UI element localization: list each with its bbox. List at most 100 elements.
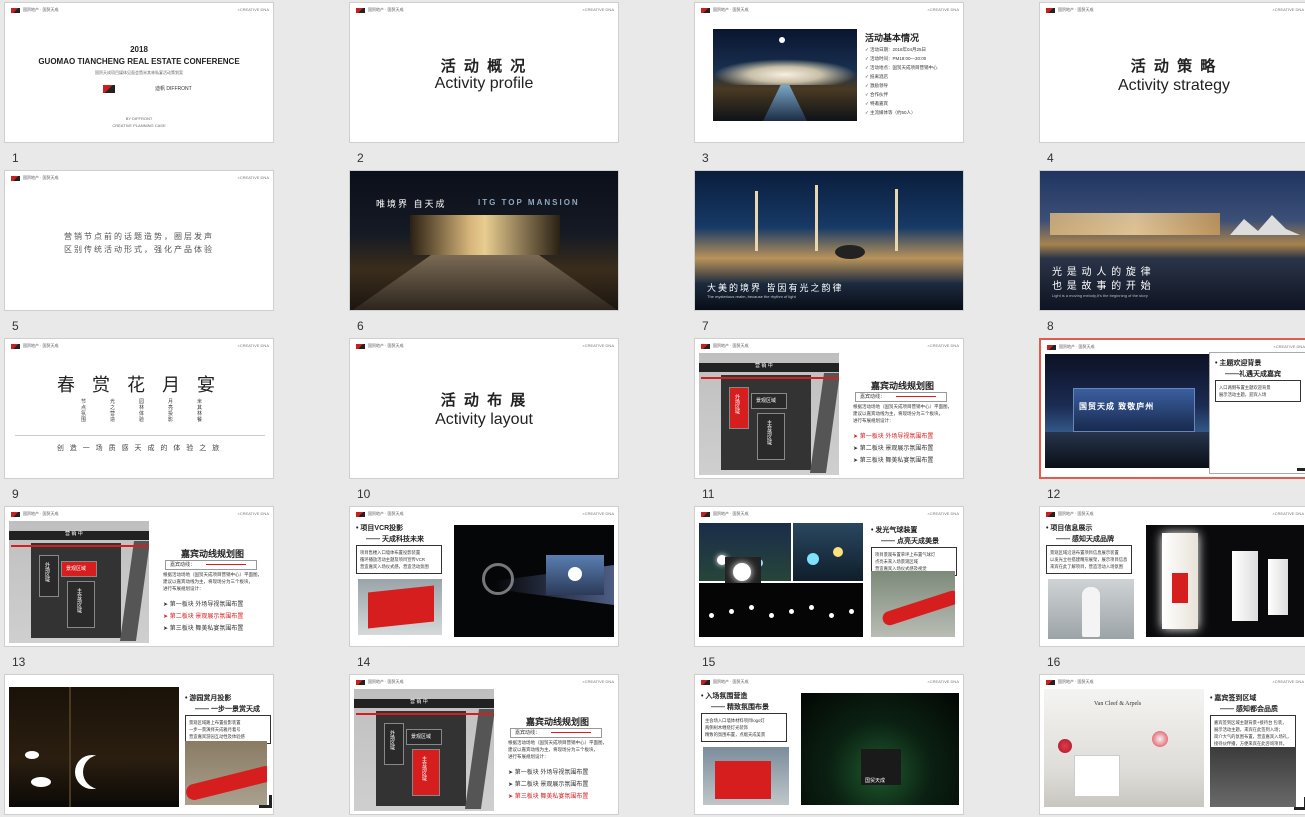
slide-header: 国贸地产 · 国贸天成 ×CREATIVE DNA (1046, 7, 1304, 15)
slide-preview[interactable]: 国贸地产 · 国贸天成 ×CREATIVE DNA • 项目VCR投影 —— 天成… (349, 506, 619, 647)
slide-number: 9 (12, 487, 19, 501)
red-path-photo (871, 571, 955, 637)
description-box: 项目售楼入口墙体布置投影装置 循环播放活动主题及项目宣传VCR 营造嘉宾入场仪式感，… (356, 545, 442, 574)
slide-preview[interactable]: • 游园赏月投影 —— 一步一景赏天成 景观区域路上布置投影装置 一步一景演绎天成… (4, 674, 274, 815)
brand-logo-icon (356, 344, 365, 349)
entrance-wall-photo (703, 747, 789, 805)
slide-title: • 主题欢迎背景 (1215, 360, 1262, 367)
slide-header: 国贸地产 · 国贸天成 ×CREATIVE DNA (11, 343, 269, 351)
slide-title: 活 动 布 展 (440, 392, 528, 409)
slide-preview[interactable]: 大美的境界 皆因有光之韵律 The mysterious realm, beca… (694, 170, 964, 311)
red-walkway-photo (185, 741, 267, 805)
slide-title-en: Activity profile (434, 75, 534, 92)
slide-title: 嘉宾动线规划图 (871, 381, 935, 391)
slide-title: • 发光气球装置 (871, 527, 918, 534)
zone-landscape: 景观区域 (61, 561, 97, 577)
slide-title-en: Activity layout (435, 411, 533, 428)
slide-number: 16 (1047, 655, 1061, 669)
slide-title: • 嘉宾签到区域 (1210, 695, 1257, 702)
zone-main-hall: 主会场区域 (67, 581, 95, 628)
brand-logo-icon (701, 680, 710, 685)
slide-title: 活 动 策 略 (1130, 58, 1218, 75)
zone-landscape: 景观区域 (751, 393, 787, 409)
zone-main-hall: 主会场区域 (412, 749, 440, 796)
slide-preview[interactable]: 光 是 动 人 的 旋 律 也 是 故 事 的 开 始 Light is a m… (1039, 170, 1305, 311)
brand-logo-icon (1046, 680, 1055, 685)
slide-header: 国贸地产 · 国贸天成 ×CREATIVE DNA (11, 175, 269, 183)
slide-header: 国贸地产 · 国贸天成 ×CREATIVE DNA (1046, 511, 1304, 519)
description-box: 景观区域沿途布置项目信息展示装置 以发光立柱搭建精形展架，展示项目信息 来宾在此了解… (1046, 545, 1132, 574)
brand-logo-icon (701, 8, 710, 13)
brand-logo-icon (11, 8, 20, 13)
slide-subtitle: —— 天成科技未来 (366, 536, 424, 543)
route-legend: 嘉宾动线： (510, 728, 602, 738)
slide-number: 15 (702, 655, 716, 669)
slide-number: 11 (702, 487, 715, 501)
caption-cn: 大美的境界 皆因有光之韵律 (707, 283, 844, 293)
subtitle: 国贸天成项目媒体见面会暨米其林私宴活动策划案 (95, 70, 183, 75)
slide-header: 国贸地产 · 国贸天成 ×CREATIVE DNA (701, 511, 959, 519)
slide-preview[interactable]: 国贸地产 · 国贸天成 ×CREATIVE DNA • 入场氛围营造 —— 精致氛… (694, 674, 964, 815)
site-plan-map: 营 销 中 外场区域 景观区域 主会场区域 (699, 353, 839, 475)
slide-preview[interactable]: 国贸地产 · 国贸天成 ×CREATIVE DNA • 项目信息展示 —— 感知天… (1039, 506, 1305, 647)
brand-logo-icon (356, 680, 365, 685)
route-legend: 嘉宾动线： (855, 392, 947, 402)
slide-title: • 入场氛围营造 (701, 693, 748, 700)
slide-header: 国贸地产 · 国贸天成 ×CREATIVE DNA (1046, 679, 1304, 687)
slide-preview[interactable]: 国贸地产 · 国贸天成 ×CREATIVE DNA 营 销 中 外场区域 景观区域… (4, 506, 274, 647)
caption-en: The mysterious realm, because the rhythm… (707, 294, 796, 299)
slide-preview[interactable]: 国贸地产 · 国贸天成 ×CREATIVE DNA 营销节点前的话题造势，圈层发声… (4, 170, 274, 311)
slide-preview[interactable]: 国贸地产 · 国贸天成 ×CREATIVE DNA 活 动 策 略 Activit… (1039, 2, 1305, 143)
slide-subtitle: ——礼遇天成嘉宾 (1225, 371, 1281, 378)
site-plan-map: 营 销 中 外场区域 景观区域 主会场区域 (9, 521, 149, 643)
slide-header: 国贸地产 · 国贸天成 ×CREATIVE DNA (701, 679, 959, 687)
slide-header: 国贸地产 · 国贸天成 ×CREATIVE DNA (1047, 344, 1305, 352)
slide-number: 14 (357, 655, 371, 669)
poem-line-1: 光 是 动 人 的 旋 律 (1052, 267, 1152, 278)
slide-number: 3 (702, 151, 709, 165)
slide-subtitle: —— 点亮天成美景 (881, 538, 939, 545)
slide-preview[interactable]: 唯境界 自天成 ITG TOP MANSION (349, 170, 619, 311)
mansion-entrance-photo (350, 171, 618, 310)
slide-preview[interactable]: 国贸地产 · 国贸天成 ×CREATIVE DNA Van Cleef & Arp… (1039, 674, 1305, 815)
crescent-moon-icon (83, 755, 117, 789)
slide-preview[interactable]: 国贸地产 · 国贸天成 ×CREATIVE DNA 活动基本情况 ✓ 活动日期：2… (694, 2, 964, 143)
slide-number: 4 (1047, 151, 1054, 165)
brand-logo-icon (701, 344, 710, 349)
slide-sorter-grid: 国贸地产 · 国贸天成 ×CREATIVE DNA 2018 GUOMAO TIA… (0, 0, 1305, 817)
slide-header: 国贸地产 · 国贸天成 ×CREATIVE DNA (11, 7, 269, 15)
slide-preview[interactable]: 国贸地产 · 国贸天成 ×CREATIVE DNA 春 赏 花 月 宴 节点氛围光… (4, 338, 274, 479)
slide-preview[interactable]: 国贸地产 · 国贸天成 ×CREATIVE DNA 国贸天成 致敬庐州 • 主题欢… (1039, 338, 1305, 479)
slide-title: • 游园赏月投影 (185, 695, 232, 702)
block-item: ➤ 第三板块 舞美私宴氛围布置 (163, 626, 244, 632)
slide-preview[interactable]: 国贸地产 · 国贸天成 ×CREATIVE DNA 活 动 布 展 Activit… (349, 338, 619, 479)
venue-night-photo (713, 29, 857, 121)
slide-preview[interactable]: 国贸地产 · 国贸天成 ×CREATIVE DNA 营 销 中 外场区域 景观区域… (694, 338, 964, 479)
slide-title: 春 赏 花 月 宴 (56, 375, 221, 395)
block-item: ➤ 第三板块 舞美私宴氛围布置 (853, 458, 934, 464)
year: 2018 (130, 45, 148, 54)
projection-photo (454, 525, 614, 637)
slide-preview[interactable]: 国贸地产 · 国贸天成 ×CREATIVE DNA • 发光气球装置 —— 点亮天… (694, 506, 964, 647)
moon-icon (779, 37, 785, 43)
tiancheng-logo-icon (103, 85, 115, 93)
zone-landscape: 景观区域 (406, 729, 442, 745)
slide-title: • 项目信息展示 (1046, 525, 1093, 532)
zone-outer: 外场区域 (729, 387, 749, 429)
guest-route-line (11, 545, 149, 547)
slide-number: 5 (12, 319, 19, 333)
slide-title: 嘉宾动线规划图 (526, 717, 590, 727)
slide-preview[interactable]: 国贸地产 · 国贸天成 ×CREATIVE DNA 2018 GUOMAO TIA… (4, 2, 274, 143)
description-box: 主会场入口墙体材料项目logo灯 两侧树木缠绕灯光装饰 精致的氛围布置，点缀天成美景 (701, 713, 787, 742)
slide-header: 国贸地产 · 国贸天成 ×CREATIVE DNA (356, 7, 614, 15)
block-item: ➤ 第二板块 景观展示氛围布置 (163, 614, 244, 620)
bride-display-photo (1048, 579, 1134, 639)
play-icon[interactable] (568, 567, 582, 581)
signin-area-photo: Van Cleef & Arpels (1044, 689, 1204, 807)
zone-main-hall: 主会场区域 (757, 413, 785, 460)
slide-preview[interactable]: 国贸地产 · 国贸天成 ×CREATIVE DNA 营 销 中 外场区域 景观区域… (349, 674, 619, 815)
slide-preview[interactable]: 国贸地产 · 国贸天成 ×CREATIVE DNA 活 动 概 况 Activit… (349, 2, 619, 143)
caption-cn: 唯境界 自天成 (376, 199, 447, 209)
slide-title: • 项目VCR投影 (356, 525, 404, 532)
description-box: 入口两侧布置主题欢迎背景 展示活动主题，迎宾入场 (1215, 380, 1301, 402)
